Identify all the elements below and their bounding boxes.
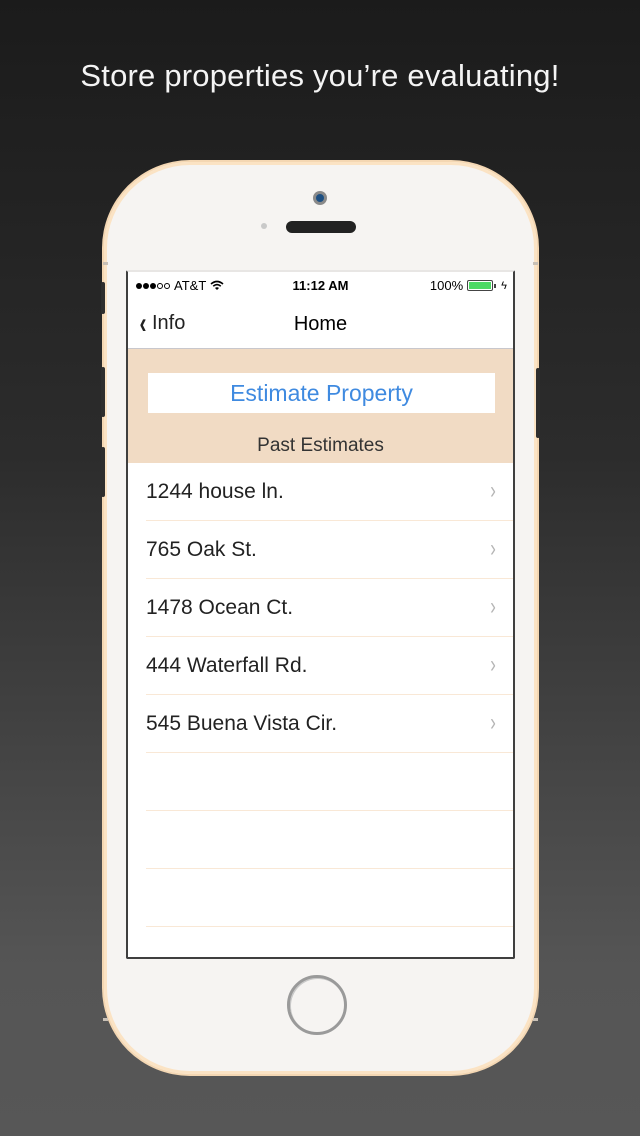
section-title: Past Estimates [257,435,384,456]
mute-switch [101,282,105,314]
volume-down-button [101,447,105,497]
list-item[interactable]: 1244 house ln. › [128,463,513,521]
chevron-right-icon: › [490,535,496,562]
headline: Store properties you’re evaluating! [80,58,560,93]
address-label: 1478 Ocean Ct. [146,596,294,619]
address-label: 765 Oak St. [146,538,257,561]
phone-frame: AT&T 11:12 AM 100% ϟ ‹ Info Home Estimat… [101,162,540,1074]
proximity-sensor [261,223,267,229]
antenna-line [533,1018,538,1021]
address-label: 444 Waterfall Rd. [146,654,308,677]
battery-percent: 100% [429,278,464,293]
list-item[interactable]: 444 Waterfall Rd. › [128,637,513,695]
back-button-label: Info [152,312,186,334]
chevron-right-icon: › [490,709,496,736]
address-label: 545 Buena Vista Cir. [146,712,338,735]
chevron-right-icon: › [490,477,496,504]
empty-row [128,753,513,811]
empty-row [128,811,513,869]
charging-icon: ϟ [501,279,507,292]
power-button [536,368,540,438]
screen: AT&T 11:12 AM 100% ϟ ‹ Info Home Estimat… [126,270,515,959]
antenna-line [103,1018,108,1021]
address-label: 1244 house ln. [146,480,284,503]
status-bar: AT&T 11:12 AM 100% ϟ [128,272,513,300]
chevron-left-icon: ‹ [139,306,147,340]
list-item[interactable]: 765 Oak St. › [128,521,513,579]
estimate-header: Estimate Property Past Estimates [128,349,513,463]
list-item[interactable]: 1478 Ocean Ct. › [128,579,513,637]
battery-icon [467,280,497,291]
chevron-right-icon: › [490,593,496,620]
battery-fill [469,282,492,289]
front-camera-icon [313,191,327,205]
volume-up-button [101,367,105,417]
chevron-right-icon: › [490,651,496,678]
empty-row [128,869,513,927]
antenna-line [533,262,538,265]
home-button[interactable] [287,975,347,1035]
page-title: Home [293,313,348,335]
estimate-property-button[interactable]: Estimate Property [148,373,495,413]
antenna-line [103,262,108,265]
list-item[interactable]: 545 Buena Vista Cir. › [128,695,513,753]
back-button[interactable]: ‹ Info [138,306,186,340]
past-estimates-list: 1244 house ln. › 765 Oak St. › 1478 Ocea… [128,463,513,927]
navigation-bar: ‹ Info Home [128,300,513,349]
earpiece-speaker [286,221,356,233]
